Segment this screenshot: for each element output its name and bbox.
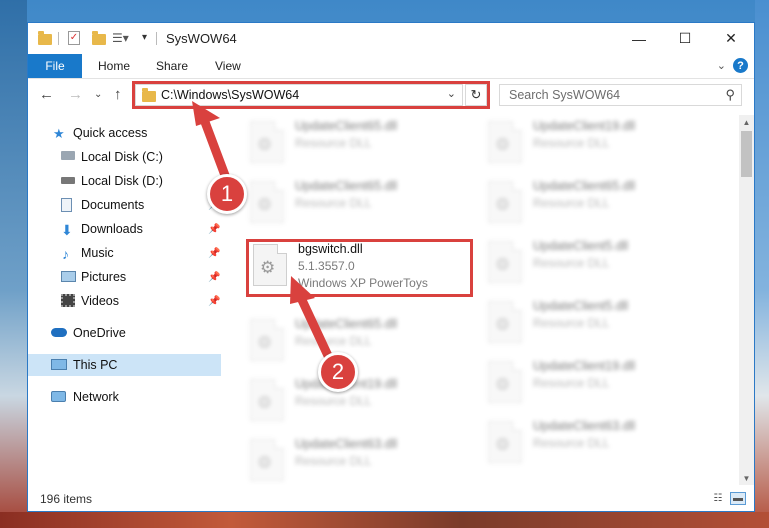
annotation-arrows	[192, 101, 335, 365]
arrow-2	[290, 276, 335, 365]
step-1-badge: 1	[207, 174, 247, 214]
arrow-1	[192, 101, 231, 183]
step-2-badge: 2	[318, 352, 358, 392]
